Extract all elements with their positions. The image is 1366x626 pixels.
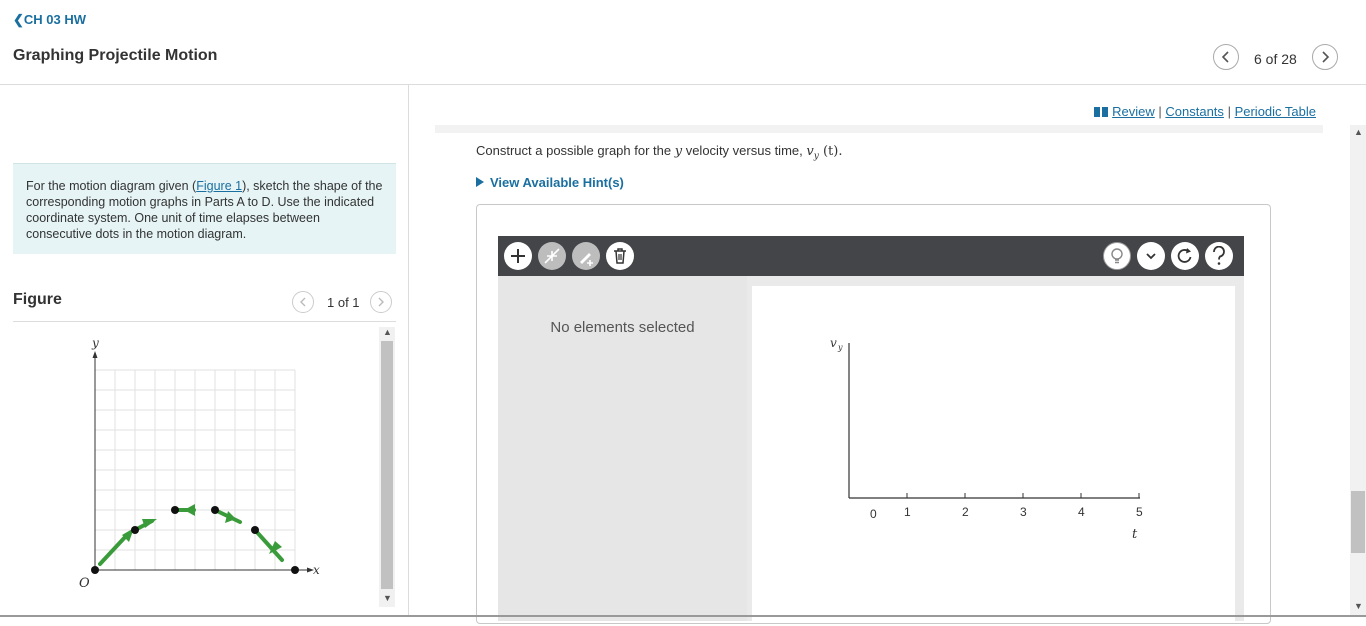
main-scroll-thumb[interactable] — [1351, 491, 1365, 553]
prompt-text: Construct a possible graph for the — [476, 143, 675, 158]
figure-x-label: x — [313, 563, 320, 577]
link-separator: | — [1227, 104, 1231, 119]
main-scrollbar[interactable]: ▲ ▼ — [1350, 125, 1366, 617]
figure-pager: 1 of 1 — [327, 295, 360, 310]
vy-vs-t-axes: v y 0 1 2 3 4 5 t — [830, 336, 1143, 542]
tick-label-4: 4 — [1078, 505, 1085, 519]
chevron-down-icon[interactable] — [1137, 242, 1165, 270]
hint-bulb-icon[interactable] — [1103, 242, 1131, 270]
book-icon — [1093, 107, 1108, 117]
trash-icon[interactable] — [606, 242, 634, 270]
chevron-right-icon — [1322, 51, 1330, 63]
graph-canvas-frame: v y 0 1 2 3 4 5 t — [747, 276, 1244, 621]
scroll-down-icon[interactable]: ▼ — [1354, 601, 1363, 611]
figure-scroll-thumb[interactable] — [381, 341, 393, 589]
tick-label-1: 1 — [904, 505, 911, 519]
figure-origin-label: O — [79, 576, 90, 591]
figure-link[interactable]: Figure 1 — [196, 179, 242, 193]
resource-links: Review | Constants | Periodic Table — [1093, 104, 1316, 119]
periodic-table-link[interactable]: Periodic Table — [1235, 104, 1316, 119]
tick-label-0: 0 — [870, 507, 877, 521]
back-link[interactable]: ❮CH 03 HW — [13, 12, 86, 28]
chevron-left-icon: ❮ — [13, 12, 24, 27]
tick-label-2: 2 — [962, 505, 969, 519]
divider-strip — [435, 125, 1323, 133]
top-bar: ❮CH 03 HW Graphing Projectile Motion 6 o… — [0, 0, 1366, 85]
prompt-text: velocity versus time, — [682, 143, 807, 158]
constants-link[interactable]: Constants — [1165, 104, 1224, 119]
triangle-right-icon — [476, 177, 484, 187]
figure-title: Figure — [13, 291, 62, 308]
scroll-up-icon[interactable]: ▲ — [1354, 127, 1363, 137]
tick-label-5: 5 — [1136, 505, 1143, 519]
page-title: Graphing Projectile Motion — [13, 47, 218, 64]
figure-next-button[interactable] — [370, 291, 392, 313]
view-hints-toggle[interactable]: View Available Hint(s) — [476, 175, 624, 190]
prompt-math: v — [806, 144, 814, 159]
add-icon[interactable] — [504, 242, 532, 270]
graph-canvas[interactable]: v y 0 1 2 3 4 5 t — [752, 286, 1235, 621]
hint-label: View Available Hint(s) — [490, 175, 624, 190]
prev-item-button[interactable] — [1213, 44, 1239, 70]
chevron-right-icon — [378, 297, 384, 307]
figure-header: Figure 1 of 1 — [13, 288, 396, 322]
chevron-left-icon — [300, 297, 306, 307]
prompt-text: (t). — [818, 144, 843, 159]
graph-x-label: t — [1132, 527, 1138, 542]
item-pager: 6 of 28 — [1254, 51, 1297, 67]
link-separator: | — [1158, 104, 1162, 119]
next-item-button[interactable] — [1312, 44, 1338, 70]
line-icon[interactable] — [538, 242, 566, 270]
scroll-up-icon[interactable]: ▲ — [383, 327, 392, 337]
reset-icon[interactable] — [1171, 242, 1199, 270]
graph-toolbar — [498, 236, 1244, 276]
y-axis-arrow-icon — [92, 351, 98, 358]
graph-y-label-subscript: y — [837, 343, 843, 352]
back-label: CH 03 HW — [23, 12, 87, 27]
review-link[interactable]: Review — [1112, 104, 1155, 119]
selection-panel: No elements selected — [498, 276, 747, 621]
help-icon[interactable] — [1205, 242, 1233, 270]
left-pane: For the motion diagram given (Figure 1),… — [0, 85, 409, 617]
motion-diagram: y x O — [79, 336, 320, 591]
right-pane: Review | Constants | Periodic Table Cons… — [410, 85, 1366, 624]
graph-x-ticks — [906, 493, 1140, 498]
graph-y-label: v — [830, 336, 837, 350]
figure-prev-button[interactable] — [292, 291, 314, 313]
intro-text-start: For the motion diagram given ( — [26, 179, 197, 193]
question-prompt: Construct a possible graph for the y vel… — [476, 143, 842, 162]
scroll-down-icon[interactable]: ▼ — [383, 593, 392, 603]
chevron-left-icon — [1221, 51, 1229, 63]
no-selection-message: No elements selected — [550, 319, 695, 336]
figure-y-label: y — [91, 336, 99, 350]
tick-label-3: 3 — [1020, 505, 1027, 519]
prompt-variable: y — [674, 144, 683, 159]
figure-scrollbar[interactable]: ▲ ▼ — [379, 327, 395, 607]
edit-icon[interactable] — [572, 242, 600, 270]
problem-intro: For the motion diagram given (Figure 1),… — [13, 163, 396, 254]
